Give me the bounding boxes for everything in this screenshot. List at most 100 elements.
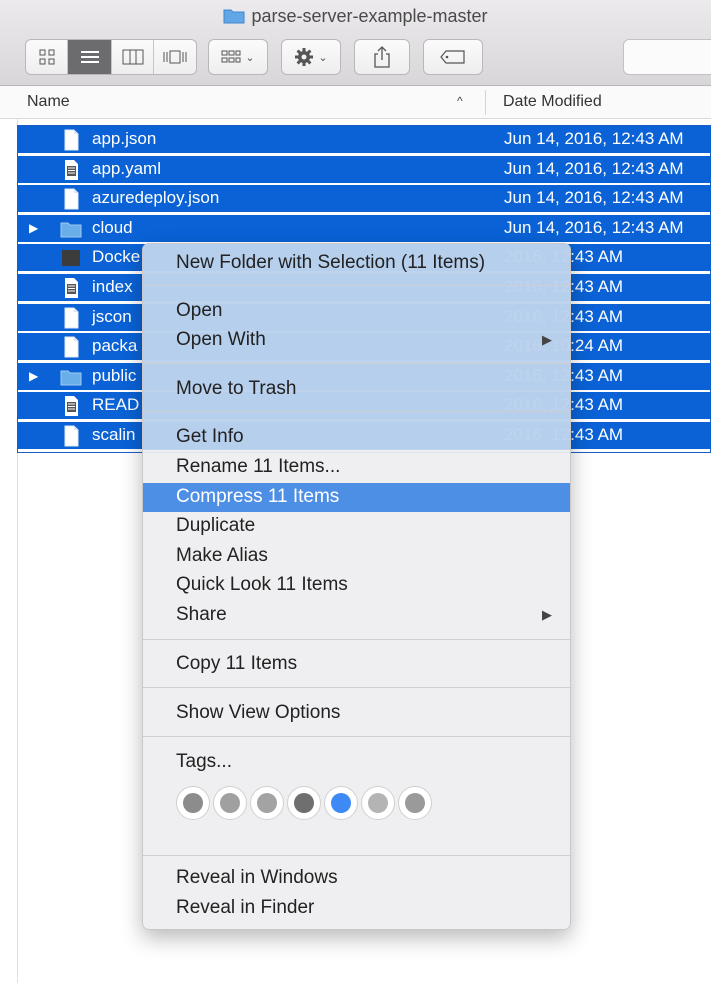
menu-item-move-to-trash[interactable]: Move to Trash bbox=[143, 375, 570, 404]
file-row[interactable]: ▶ cloud Jun 14, 2016, 12:43 AM bbox=[18, 215, 711, 242]
share-button[interactable] bbox=[354, 39, 410, 75]
menu-item-share[interactable]: Share ▶ bbox=[143, 601, 570, 630]
list-view-button[interactable] bbox=[68, 40, 112, 74]
arrange-grid-icon bbox=[221, 50, 241, 63]
menu-item-compress[interactable]: Compress 11 Items bbox=[143, 483, 570, 512]
column-header-name[interactable]: Name bbox=[27, 93, 70, 111]
tag-color-dot[interactable] bbox=[176, 786, 210, 820]
file-name: scalin bbox=[92, 425, 136, 444]
tag-color-dot[interactable] bbox=[398, 786, 432, 820]
file-name: cloud bbox=[92, 218, 133, 237]
submenu-arrow-icon: ▶ bbox=[542, 607, 552, 622]
window-title-bar: parse-server-example-master bbox=[0, 6, 711, 27]
search-field[interactable] bbox=[623, 39, 711, 75]
column-view-icon bbox=[122, 49, 143, 65]
text-document-icon bbox=[65, 160, 78, 180]
tag-color-swatch bbox=[405, 793, 425, 813]
menu-item-duplicate[interactable]: Duplicate bbox=[143, 512, 570, 541]
menu-item-copy[interactable]: Copy 11 Items bbox=[143, 650, 570, 679]
cover-flow-button[interactable] bbox=[154, 40, 196, 74]
file-name: packa bbox=[92, 336, 138, 355]
menu-separator bbox=[143, 285, 570, 286]
menu-item-new-folder-with-selection[interactable]: New Folder with Selection (11 Items) bbox=[143, 249, 570, 278]
file-name: azuredeploy.json bbox=[92, 188, 220, 207]
file-row[interactable]: azuredeploy.json Jun 14, 2016, 12:43 AM bbox=[18, 185, 711, 212]
menu-item-open[interactable]: Open bbox=[143, 297, 570, 326]
icon-view-button[interactable] bbox=[26, 40, 68, 74]
menu-item-reveal-in-finder[interactable]: Reveal in Finder bbox=[143, 894, 570, 923]
view-mode-segmented-control bbox=[25, 39, 197, 75]
file-date-modified: Jun 14, 2016, 12:43 AM bbox=[504, 129, 684, 148]
cover-flow-icon bbox=[163, 50, 187, 64]
file-name: jscon bbox=[92, 307, 132, 326]
tag-icon bbox=[440, 50, 465, 64]
column-header-bar: Name ^ Date Modified bbox=[0, 86, 711, 119]
text-document-icon bbox=[65, 278, 78, 298]
disclosure-triangle-icon[interactable]: ▶ bbox=[29, 221, 38, 235]
text-document-icon bbox=[65, 396, 78, 416]
tag-color-swatch bbox=[220, 793, 240, 813]
column-divider[interactable] bbox=[485, 90, 486, 115]
executable-icon bbox=[62, 250, 80, 266]
disclosure-triangle-icon[interactable]: ▶ bbox=[29, 369, 38, 383]
folder-icon bbox=[60, 370, 82, 386]
menu-item-tags[interactable]: Tags... bbox=[143, 748, 570, 777]
document-icon bbox=[64, 307, 79, 329]
column-view-button[interactable] bbox=[112, 40, 154, 74]
tag-color-dot[interactable] bbox=[361, 786, 395, 820]
tag-color-picker bbox=[176, 786, 476, 822]
document-icon bbox=[64, 188, 79, 210]
file-name: app.json bbox=[92, 129, 157, 148]
action-button[interactable]: ⌄ bbox=[281, 39, 341, 75]
menu-item-get-info[interactable]: Get Info bbox=[143, 423, 570, 452]
action-button-inner[interactable]: ⌄ bbox=[282, 40, 340, 74]
window-toolbar: parse-server-example-master ⌄ ⌄ bbox=[0, 0, 711, 86]
menu-item-reveal-in-windows[interactable]: Reveal in Windows bbox=[143, 864, 570, 893]
sort-ascending-icon: ^ bbox=[457, 94, 463, 108]
document-icon bbox=[64, 336, 79, 358]
icon-view-icon bbox=[39, 49, 54, 65]
tag-color-swatch bbox=[368, 793, 388, 813]
menu-item-open-with[interactable]: Open With ▶ bbox=[143, 326, 570, 355]
document-icon bbox=[64, 129, 79, 151]
menu-separator bbox=[143, 687, 570, 688]
file-name: app.yaml bbox=[92, 159, 161, 178]
menu-separator bbox=[143, 363, 570, 364]
window-title: parse-server-example-master bbox=[251, 6, 488, 26]
tag-color-swatch bbox=[257, 793, 277, 813]
tag-color-dot[interactable] bbox=[250, 786, 284, 820]
file-name: index bbox=[92, 277, 133, 296]
submenu-arrow-icon: ▶ bbox=[542, 332, 552, 347]
tag-color-dot[interactable] bbox=[213, 786, 247, 820]
chevron-down-icon: ⌄ bbox=[318, 51, 328, 64]
folder-icon bbox=[223, 9, 245, 24]
tag-color-dot[interactable] bbox=[287, 786, 321, 820]
context-menu: New Folder with Selection (11 Items) Ope… bbox=[142, 243, 571, 930]
tag-button-inner[interactable] bbox=[424, 40, 482, 74]
menu-item-quick-look[interactable]: Quick Look 11 Items bbox=[143, 571, 570, 600]
menu-item-make-alias[interactable]: Make Alias bbox=[143, 542, 570, 571]
menu-item-rename[interactable]: Rename 11 Items... bbox=[143, 453, 570, 482]
menu-separator bbox=[143, 855, 570, 856]
menu-item-show-view-options[interactable]: Show View Options bbox=[143, 699, 570, 728]
tag-color-swatch bbox=[294, 793, 314, 813]
tag-color-swatch bbox=[331, 793, 351, 813]
file-row[interactable]: app.yaml Jun 14, 2016, 12:43 AM bbox=[18, 156, 711, 183]
menu-separator bbox=[143, 411, 570, 412]
tag-button[interactable] bbox=[423, 39, 483, 75]
share-button-inner[interactable] bbox=[355, 40, 409, 74]
share-icon bbox=[374, 46, 390, 68]
file-name: public bbox=[92, 366, 137, 385]
column-header-date-modified[interactable]: Date Modified bbox=[503, 93, 602, 111]
menu-separator bbox=[143, 736, 570, 737]
file-name: READ bbox=[92, 395, 140, 414]
file-date-modified: Jun 14, 2016, 12:43 AM bbox=[504, 188, 684, 207]
file-name: Docke bbox=[92, 247, 141, 266]
folder-icon bbox=[60, 222, 82, 238]
file-row[interactable]: app.json Jun 14, 2016, 12:43 AM bbox=[18, 126, 711, 153]
arrange-button-inner[interactable]: ⌄ bbox=[209, 40, 267, 74]
arrange-button[interactable]: ⌄ bbox=[208, 39, 268, 75]
list-view-icon bbox=[80, 51, 99, 63]
menu-separator bbox=[143, 639, 570, 640]
tag-color-dot[interactable] bbox=[324, 786, 358, 820]
